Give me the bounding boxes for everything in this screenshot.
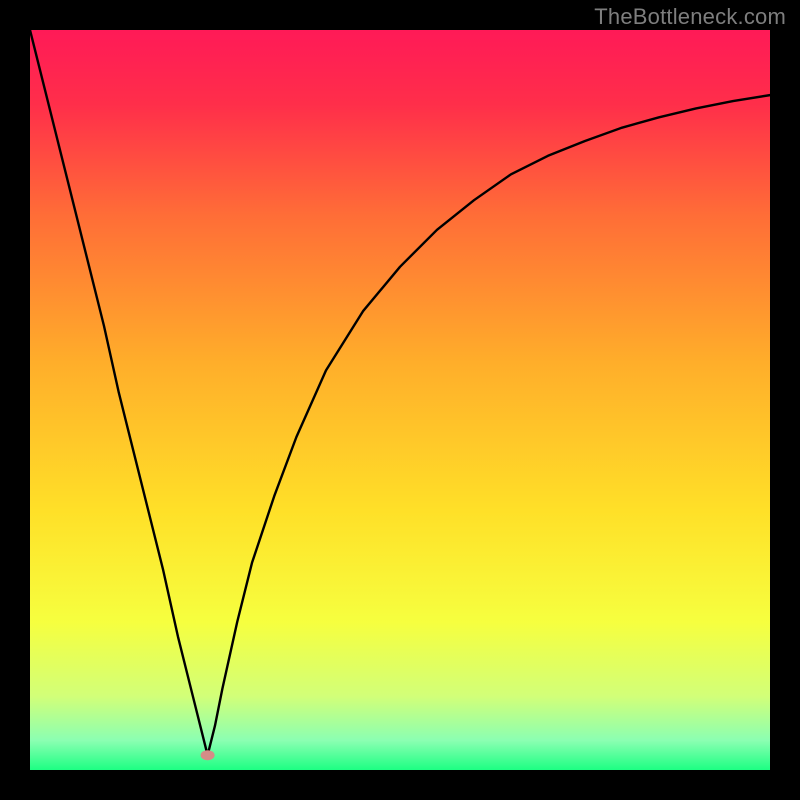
chart-background — [30, 30, 770, 770]
watermark-label: TheBottleneck.com — [594, 4, 786, 30]
vertex-marker — [201, 750, 215, 760]
chart-frame: TheBottleneck.com — [0, 0, 800, 800]
plot-area — [30, 30, 770, 770]
chart-svg — [30, 30, 770, 770]
